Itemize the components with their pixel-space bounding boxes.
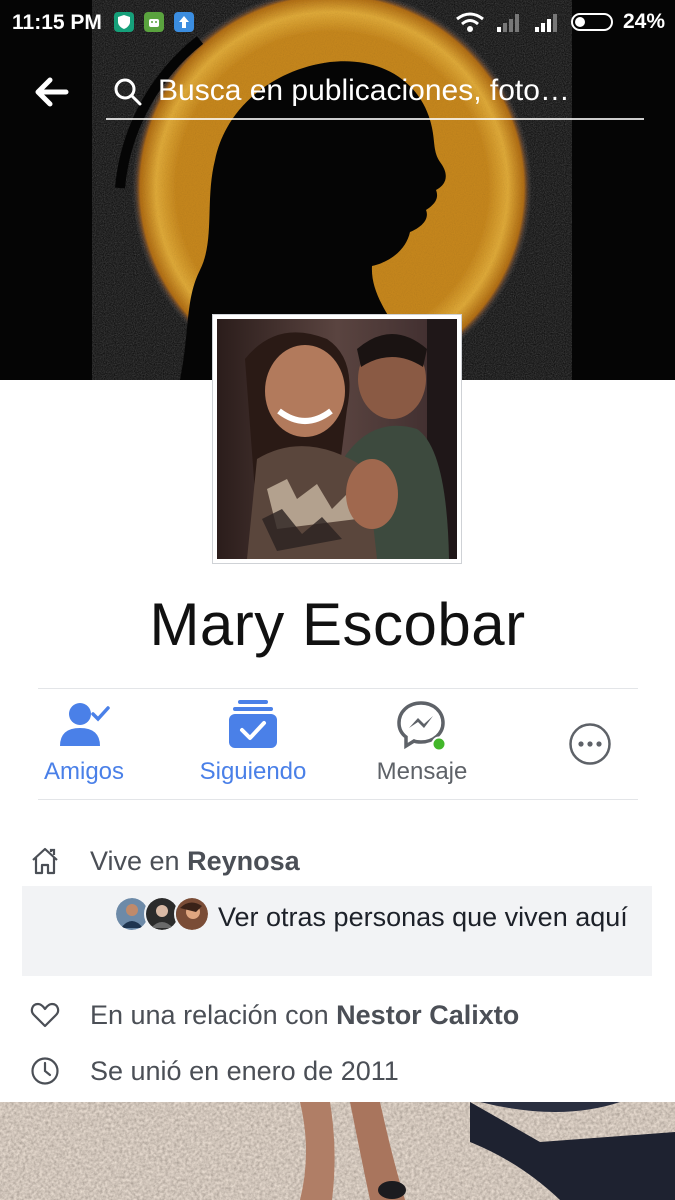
more-button[interactable] bbox=[560, 690, 620, 800]
following-inbox-icon bbox=[229, 700, 277, 748]
message-button[interactable]: Mensaje bbox=[364, 690, 480, 800]
more-icon bbox=[569, 723, 611, 765]
message-label: Mensaje bbox=[376, 758, 468, 785]
battery-icon bbox=[570, 13, 613, 31]
upload-icon bbox=[174, 12, 194, 32]
profile-name: Mary Escobar bbox=[149, 591, 526, 658]
see-others-text: Ver otras personas que viven aquí bbox=[218, 902, 628, 932]
profile-picture[interactable] bbox=[212, 314, 462, 564]
vpn-shield-icon bbox=[114, 12, 134, 32]
status-right-group: 24% bbox=[455, 10, 665, 34]
status-bar: 11:15 PM 24% bbox=[0, 0, 675, 44]
status-time: 11:15 PM bbox=[12, 11, 102, 34]
profile-picture-image bbox=[217, 319, 457, 559]
profile-actions: Amigos Siguiendo Mensaje bbox=[0, 690, 675, 800]
joined-text: Se unió en enero de 2011 bbox=[90, 1056, 399, 1086]
divider bbox=[38, 688, 638, 689]
friends-label: Amigos bbox=[43, 758, 125, 785]
heart-icon bbox=[30, 1002, 60, 1028]
following-button[interactable]: Siguiendo bbox=[186, 690, 320, 800]
see-others-living-here[interactable]: Ver otras personas que viven aquí bbox=[22, 886, 652, 976]
featured-photo-image bbox=[0, 1102, 675, 1200]
arrow-left-icon bbox=[35, 77, 69, 107]
info-lives-in: Vive en Reynosa bbox=[0, 836, 675, 886]
friends-button[interactable]: Amigos bbox=[28, 690, 140, 800]
relationship-text: En una relación con Nestor Calixto bbox=[90, 1000, 519, 1031]
relationship-prefix: En una relación con bbox=[90, 1000, 337, 1030]
divider bbox=[38, 799, 638, 800]
search-placeholder: Busca en publicaciones, foto… bbox=[158, 74, 570, 107]
search-icon bbox=[114, 78, 142, 106]
info-relationship: En una relación con Nestor Calixto bbox=[0, 990, 675, 1040]
following-label: Siguiendo bbox=[199, 758, 307, 785]
search-input[interactable]: Busca en publicaciones, foto… bbox=[106, 64, 644, 120]
people-avatars bbox=[114, 896, 214, 932]
back-button[interactable] bbox=[30, 72, 74, 112]
android-icon bbox=[144, 12, 164, 32]
signal-icon bbox=[496, 14, 519, 32]
messenger-icon bbox=[397, 701, 447, 752]
lives-in-text: Vive en Reynosa bbox=[90, 846, 300, 877]
home-icon bbox=[32, 847, 58, 875]
battery-percent: 24% bbox=[622, 10, 665, 33]
featured-photo[interactable] bbox=[0, 1102, 675, 1200]
avatar bbox=[174, 896, 210, 932]
info-joined: Se unió en enero de 2011 bbox=[0, 1046, 675, 1096]
lives-in-prefix: Vive en bbox=[90, 846, 188, 876]
signal-icon bbox=[534, 14, 557, 32]
clock-icon bbox=[31, 1057, 59, 1085]
friends-check-icon bbox=[60, 703, 110, 746]
wifi-icon bbox=[456, 12, 484, 32]
relationship-partner-link[interactable]: Nestor Calixto bbox=[336, 1000, 519, 1030]
lives-in-city-link[interactable]: Reynosa bbox=[187, 846, 300, 876]
